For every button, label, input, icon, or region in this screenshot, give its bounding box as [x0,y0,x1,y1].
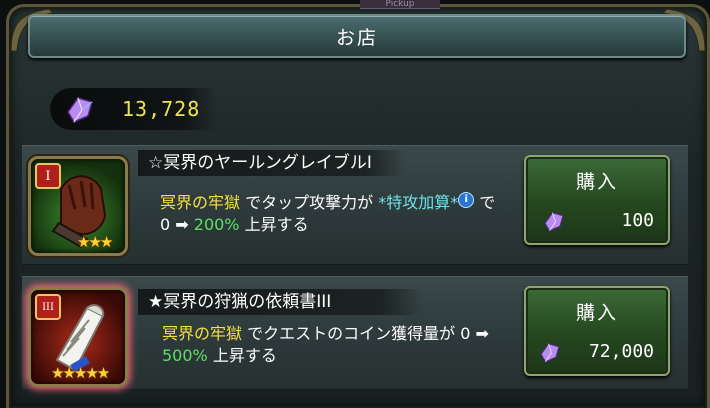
rank-badge: I [35,163,61,189]
shop-item-row: I ★★★ ☆冥界のヤールングレイブルI 冥界の牢獄 でタップ攻撃力が *特攻加… [22,145,688,265]
crystal-icon [544,212,564,232]
item-description: 冥界の牢獄 でクエストのコイン獲得量が 0 ➡ 500% 上昇する [162,324,489,365]
effect-percent: 500% [162,346,208,365]
effect-percent: 200% [193,215,240,234]
bonus-tag: *特攻加算* [378,193,459,212]
rarity-stars: ★★★ [77,233,113,251]
location-name: 冥界の牢獄 [160,193,241,212]
item-title: ☆冥界のヤールングレイブルI [138,150,406,176]
buy-label: 購入 [575,171,618,193]
location-name: 冥界の牢獄 [162,324,243,343]
buy-button[interactable]: 購入 100 [524,155,670,245]
shop-title-bar: お店 [28,14,686,58]
item-title: ★冥界の狩猟の依頼書III [138,289,424,315]
item-icon-frame[interactable]: III ★★★★★ [28,287,128,387]
rank-badge: III [35,294,61,320]
item-price: 100 [621,210,654,231]
crystal-icon [67,97,93,123]
pickup-tab-fragment[interactable]: Pickup [360,0,440,9]
shop-item-row: III ★★★★★ ★冥界の狩猟の依頼書III 冥界の牢獄 でクエストのコイン獲… [22,276,688,390]
currency-balance: 13,728 [50,88,216,130]
buy-button[interactable]: 購入 72,000 [524,286,670,376]
item-icon-frame[interactable]: I ★★★ [28,156,128,256]
buy-label: 購入 [575,302,618,324]
currency-amount: 13,728 [122,97,201,121]
item-description: 冥界の牢獄 でタップ攻撃力が *特攻加算* i で 0 ➡ 200% 上昇する [160,192,496,234]
item-price: 72,000 [588,341,654,362]
info-icon[interactable]: i [458,192,475,208]
page-title: お店 [335,26,378,49]
crystal-icon [540,343,560,363]
rarity-stars: ★★★★★ [51,364,110,382]
